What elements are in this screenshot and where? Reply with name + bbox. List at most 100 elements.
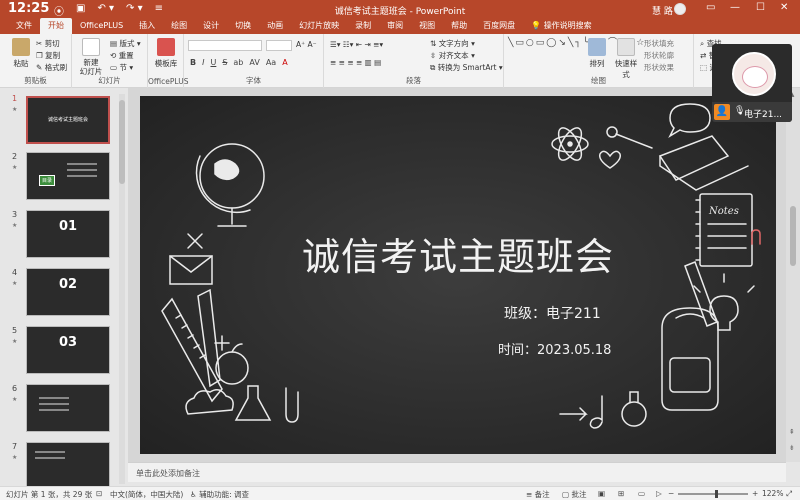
canvas-scrollbar[interactable]: ▲ ⇞ ⇟ (786, 88, 800, 462)
bold-button[interactable]: B (190, 58, 196, 67)
slide-thumbnail-3[interactable]: 01 (26, 210, 110, 258)
slide-class-line[interactable]: 班级：电子211 (504, 303, 601, 323)
char-spacing-button[interactable]: AV (249, 58, 259, 67)
fit-slide-icon[interactable]: ⤢ (786, 489, 792, 499)
font-color-button[interactable]: A (282, 58, 287, 67)
group-label: 幻灯片 (98, 76, 121, 85)
format-painter-button[interactable]: ✎ 格式刷 (36, 62, 67, 73)
star-icon: ★ (12, 106, 18, 113)
text-direction-button[interactable]: ⇅ 文字方向 ▾ (430, 38, 475, 49)
group-clipboard: 粘贴 ✂ 剪切 ❐ 复制 ✎ 格式刷 剪贴板 (0, 34, 72, 88)
shape-fill-button[interactable]: 形状填充 (644, 38, 674, 49)
scroll-thumb[interactable] (119, 100, 125, 184)
slideshow-icon[interactable]: ▷ (656, 489, 662, 498)
notes-pane[interactable]: 单击此处添加备注 (128, 462, 786, 482)
tab-slideshow[interactable]: 幻灯片放映 (291, 18, 347, 34)
avatar[interactable] (674, 3, 686, 15)
slide-canvas[interactable]: Notes 诚信考试主题班会 班级：电子211 时间：2023.05.18 (140, 96, 776, 454)
group-officeplus: 模板库 OfficePLUS (148, 34, 188, 88)
italic-button[interactable]: I (202, 58, 204, 67)
normal-view-icon[interactable]: ▣ (598, 489, 605, 498)
ribbon-options-icon[interactable]: ▭ (706, 2, 715, 13)
quick-styles-button[interactable]: 快速样式 (612, 38, 640, 80)
close-button[interactable]: ✕ (780, 2, 788, 13)
shadow-button[interactable]: ab (233, 58, 243, 67)
tab-view[interactable]: 视图 (411, 18, 443, 34)
scroll-thumb[interactable] (790, 206, 796, 266)
paperclip-icon (285, 387, 299, 423)
zoom-slider[interactable] (678, 493, 748, 495)
arrange-button[interactable]: 排列 (586, 38, 608, 69)
meeting-video-tile[interactable]: 👤 🎙 电子21... (712, 44, 792, 122)
tab-animations[interactable]: 动画 (259, 18, 291, 34)
cut-button[interactable]: ✂ 剪切 (36, 38, 60, 49)
copy-button[interactable]: ❐ 复制 (36, 50, 60, 61)
group-drawing: ╲▭○▭◯↘╲┐╰▱△⌒⊃{☆ 排列 快速样式 形状填充 形状轮廓 形状效果 绘… (504, 34, 694, 88)
zoom-level[interactable]: 122% (762, 489, 783, 498)
reset-button[interactable]: ⟲ 重置 (110, 50, 134, 61)
tab-draw[interactable]: 绘图 (163, 18, 195, 34)
slide-date-line[interactable]: 时间：2023.05.18 (498, 339, 611, 358)
cloud-icon (185, 389, 234, 415)
slide-thumbnail-7[interactable] (26, 442, 110, 490)
zoom-slider-handle[interactable] (715, 490, 718, 498)
grow-font-icon[interactable]: A⁺ A⁻ (296, 40, 317, 49)
slide-thumbnail-1[interactable]: 诚信考试主题班会 (26, 96, 110, 144)
font-name-select[interactable] (188, 40, 262, 51)
tab-baidu-netdisk[interactable]: 百度网盘 (475, 18, 523, 34)
slide-sorter-icon[interactable]: ⊞ (618, 489, 624, 498)
flask-icon (234, 385, 272, 421)
slide-thumbnail-5[interactable]: 03 (26, 326, 110, 374)
change-case-button[interactable]: Aa (266, 58, 276, 67)
template-library-button[interactable]: 模板库 (152, 38, 180, 69)
zoom-in-icon[interactable]: + (752, 489, 758, 498)
notes-toggle-button[interactable]: ≡ 备注 (526, 489, 550, 500)
comments-toggle-button[interactable]: ▢ 批注 (562, 489, 586, 500)
next-slide-icon[interactable]: ⇟ (789, 444, 795, 452)
section-button[interactable]: ▭ 节 ▾ (110, 62, 133, 73)
title-bar: 12:25 ⦿ ▣ ↶ ▾ ↷ ▾ ≡ 诚信考试主题班会 - PowerPoin… (0, 0, 800, 18)
thumb-title: 02 (58, 277, 78, 292)
tab-insert[interactable]: 插入 (131, 18, 163, 34)
tab-record[interactable]: 录制 (347, 18, 379, 34)
tab-design[interactable]: 设计 (195, 18, 227, 34)
brush-icon (615, 133, 653, 149)
maximize-button[interactable]: ☐ (756, 2, 765, 13)
group-label: 字体 (246, 76, 261, 85)
slide-title[interactable]: 诚信考试主题班会 (140, 226, 776, 281)
language-status[interactable]: 中文(简体，中国大陆) (110, 489, 183, 500)
tab-help[interactable]: 帮助 (443, 18, 475, 34)
tell-me-search[interactable]: 💡 操作说明搜索 (523, 18, 600, 34)
strikethrough-button[interactable]: S (222, 58, 227, 67)
tab-officeplus[interactable]: OfficePLUS (72, 18, 131, 34)
font-size-select[interactable] (266, 40, 292, 51)
bullets-icon[interactable]: ☰▾ ☷▾ ⇤ ⇥ ≡▾ (330, 40, 383, 49)
shapes-gallery[interactable]: ╲▭○▭◯↘╲┐╰▱△⌒⊃{☆ (508, 38, 644, 70)
shape-effect-button[interactable]: 形状效果 (644, 62, 674, 73)
underline-button[interactable]: U (210, 58, 216, 67)
new-slide-button[interactable]: 新建 幻灯片 (78, 38, 104, 76)
user-name[interactable]: 慧 路 (652, 4, 673, 17)
paste-button[interactable]: 粘贴 (10, 38, 32, 69)
tab-review[interactable]: 审阅 (379, 18, 411, 34)
prev-slide-icon[interactable]: ⇞ (789, 428, 795, 436)
tab-file[interactable]: 文件 (8, 18, 40, 34)
replace-icon: ⇄ (700, 51, 707, 60)
layout-button[interactable]: ▤ 版式 ▾ (110, 38, 141, 49)
thumb-lines (39, 397, 69, 423)
thumbnail-scrollbar[interactable] (119, 94, 125, 484)
minimize-button[interactable]: — (730, 2, 740, 13)
slide-thumbnail-6[interactable] (26, 384, 110, 432)
align-icons[interactable]: ≡ ≡ ≡ ≡ ▥ ▤ (330, 58, 381, 67)
shape-outline-button[interactable]: 形状轮廓 (644, 50, 674, 61)
align-text-button[interactable]: ⇳ 对齐文本 ▾ (430, 50, 475, 61)
accessibility-status[interactable]: ♿ 辅助功能: 调查 (190, 489, 249, 500)
spellcheck-icon[interactable]: ⊡ (96, 489, 102, 498)
slide-thumbnail-4[interactable]: 02 (26, 268, 110, 316)
slide-thumbnail-2[interactable]: 目录 (26, 152, 110, 200)
tab-home[interactable]: 开始 (40, 18, 72, 34)
reading-view-icon[interactable]: ▭ (638, 489, 645, 498)
tab-transitions[interactable]: 切换 (227, 18, 259, 34)
smartart-button[interactable]: ⧉ 转换为 SmartArt ▾ (430, 62, 503, 73)
zoom-out-icon[interactable]: − (668, 489, 674, 498)
